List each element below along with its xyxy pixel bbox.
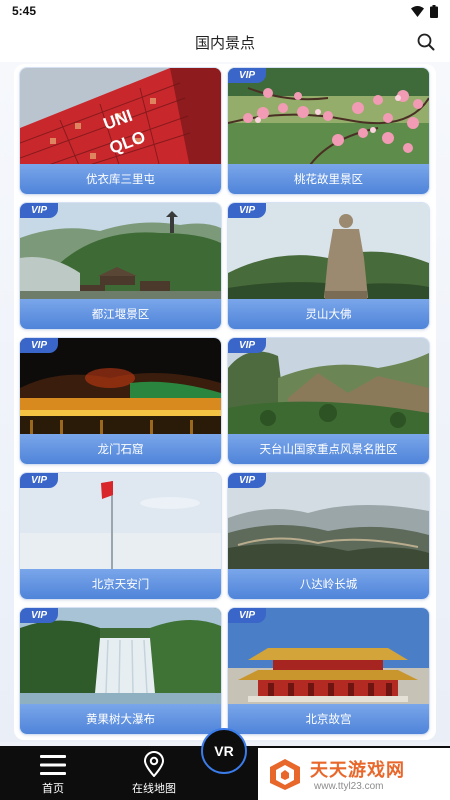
vr-button[interactable]: VR bbox=[201, 728, 247, 774]
attraction-label: 桃花故里景区 bbox=[228, 164, 429, 194]
nav-online-map[interactable]: 在线地图 bbox=[124, 746, 184, 800]
site-watermark: 天天游戏网 www.ttyl23.com bbox=[258, 748, 450, 800]
attraction-label: 天台山国家重点风景名胜区 bbox=[228, 434, 429, 464]
nav-home-label: 首页 bbox=[42, 782, 64, 795]
content-area: UNI QLO 优衣库三里屯 VIP 桃花故里景区 VIP 都江堰景区 VIP … bbox=[0, 62, 450, 742]
attraction-card-forbidden-city[interactable]: VIP 北京故宫 bbox=[228, 608, 429, 734]
attraction-card-longmen-grottoes[interactable]: VIP 龙门石窟 bbox=[20, 338, 221, 464]
attraction-card-tiananmen[interactable]: VIP 北京天安门 bbox=[20, 473, 221, 599]
vip-badge: VIP bbox=[228, 203, 266, 218]
attraction-card-tiantai-mountain[interactable]: VIP 天台山国家重点风景名胜区 bbox=[228, 338, 429, 464]
status-time: 5:45 bbox=[12, 4, 37, 18]
attraction-card-uniqlo-sanlitun[interactable]: UNI QLO 优衣库三里屯 bbox=[20, 68, 221, 194]
attraction-grid: UNI QLO 优衣库三里屯 VIP 桃花故里景区 VIP 都江堰景区 VIP … bbox=[14, 64, 436, 740]
attraction-label: 八达岭长城 bbox=[228, 569, 429, 599]
nav-online-map-label: 在线地图 bbox=[132, 782, 176, 795]
attraction-image: UNI QLO bbox=[20, 68, 221, 168]
battery-icon bbox=[430, 4, 438, 18]
attraction-card-peach-blossom[interactable]: VIP 桃花故里景区 bbox=[228, 68, 429, 194]
attraction-image bbox=[20, 338, 221, 438]
watermark-logo-icon bbox=[270, 759, 300, 790]
attraction-image bbox=[20, 203, 221, 303]
vip-badge: VIP bbox=[228, 338, 266, 353]
vip-badge: VIP bbox=[20, 203, 58, 218]
attraction-label: 北京天安门 bbox=[20, 569, 221, 599]
search-icon[interactable] bbox=[416, 32, 436, 52]
attraction-image bbox=[228, 608, 429, 708]
attraction-image bbox=[228, 473, 429, 573]
status-icons bbox=[411, 4, 438, 18]
vip-badge: VIP bbox=[228, 608, 266, 623]
attraction-card-dujiangyan[interactable]: VIP 都江堰景区 bbox=[20, 203, 221, 329]
attraction-image bbox=[20, 608, 221, 708]
wifi-icon bbox=[411, 5, 424, 17]
attraction-image bbox=[20, 473, 221, 573]
app-header: 国内景点 bbox=[0, 22, 450, 62]
attraction-image bbox=[228, 203, 429, 303]
attraction-label: 灵山大佛 bbox=[228, 299, 429, 329]
attraction-label: 龙门石窟 bbox=[20, 434, 221, 464]
vip-badge: VIP bbox=[228, 473, 266, 488]
vip-badge: VIP bbox=[20, 608, 58, 623]
status-bar: 5:45 bbox=[0, 0, 450, 22]
attraction-card-badaling-great-wall[interactable]: VIP 八达岭长城 bbox=[228, 473, 429, 599]
attraction-card-lingshan-buddha[interactable]: VIP 灵山大佛 bbox=[228, 203, 429, 329]
watermark-url: www.ttyl23.com bbox=[314, 781, 384, 792]
attraction-card-huangguoshu-waterfall[interactable]: VIP 黄果树大瀑布 bbox=[20, 608, 221, 734]
vip-badge: VIP bbox=[20, 338, 58, 353]
attraction-label: 北京故宫 bbox=[228, 704, 429, 734]
attraction-label: 优衣库三里屯 bbox=[20, 164, 221, 194]
attraction-label: 黄果树大瀑布 bbox=[20, 704, 221, 734]
nav-home[interactable]: 首页 bbox=[28, 746, 78, 800]
vip-badge: VIP bbox=[20, 473, 58, 488]
attraction-image bbox=[228, 68, 429, 168]
page-title: 国内景点 bbox=[194, 33, 255, 52]
watermark-title: 天天游戏网 bbox=[310, 760, 405, 781]
attraction-image bbox=[228, 338, 429, 438]
attraction-label: 都江堰景区 bbox=[20, 299, 221, 329]
vip-badge: VIP bbox=[228, 68, 266, 83]
menu-icon bbox=[40, 755, 66, 775]
map-pin-icon bbox=[143, 751, 165, 777]
